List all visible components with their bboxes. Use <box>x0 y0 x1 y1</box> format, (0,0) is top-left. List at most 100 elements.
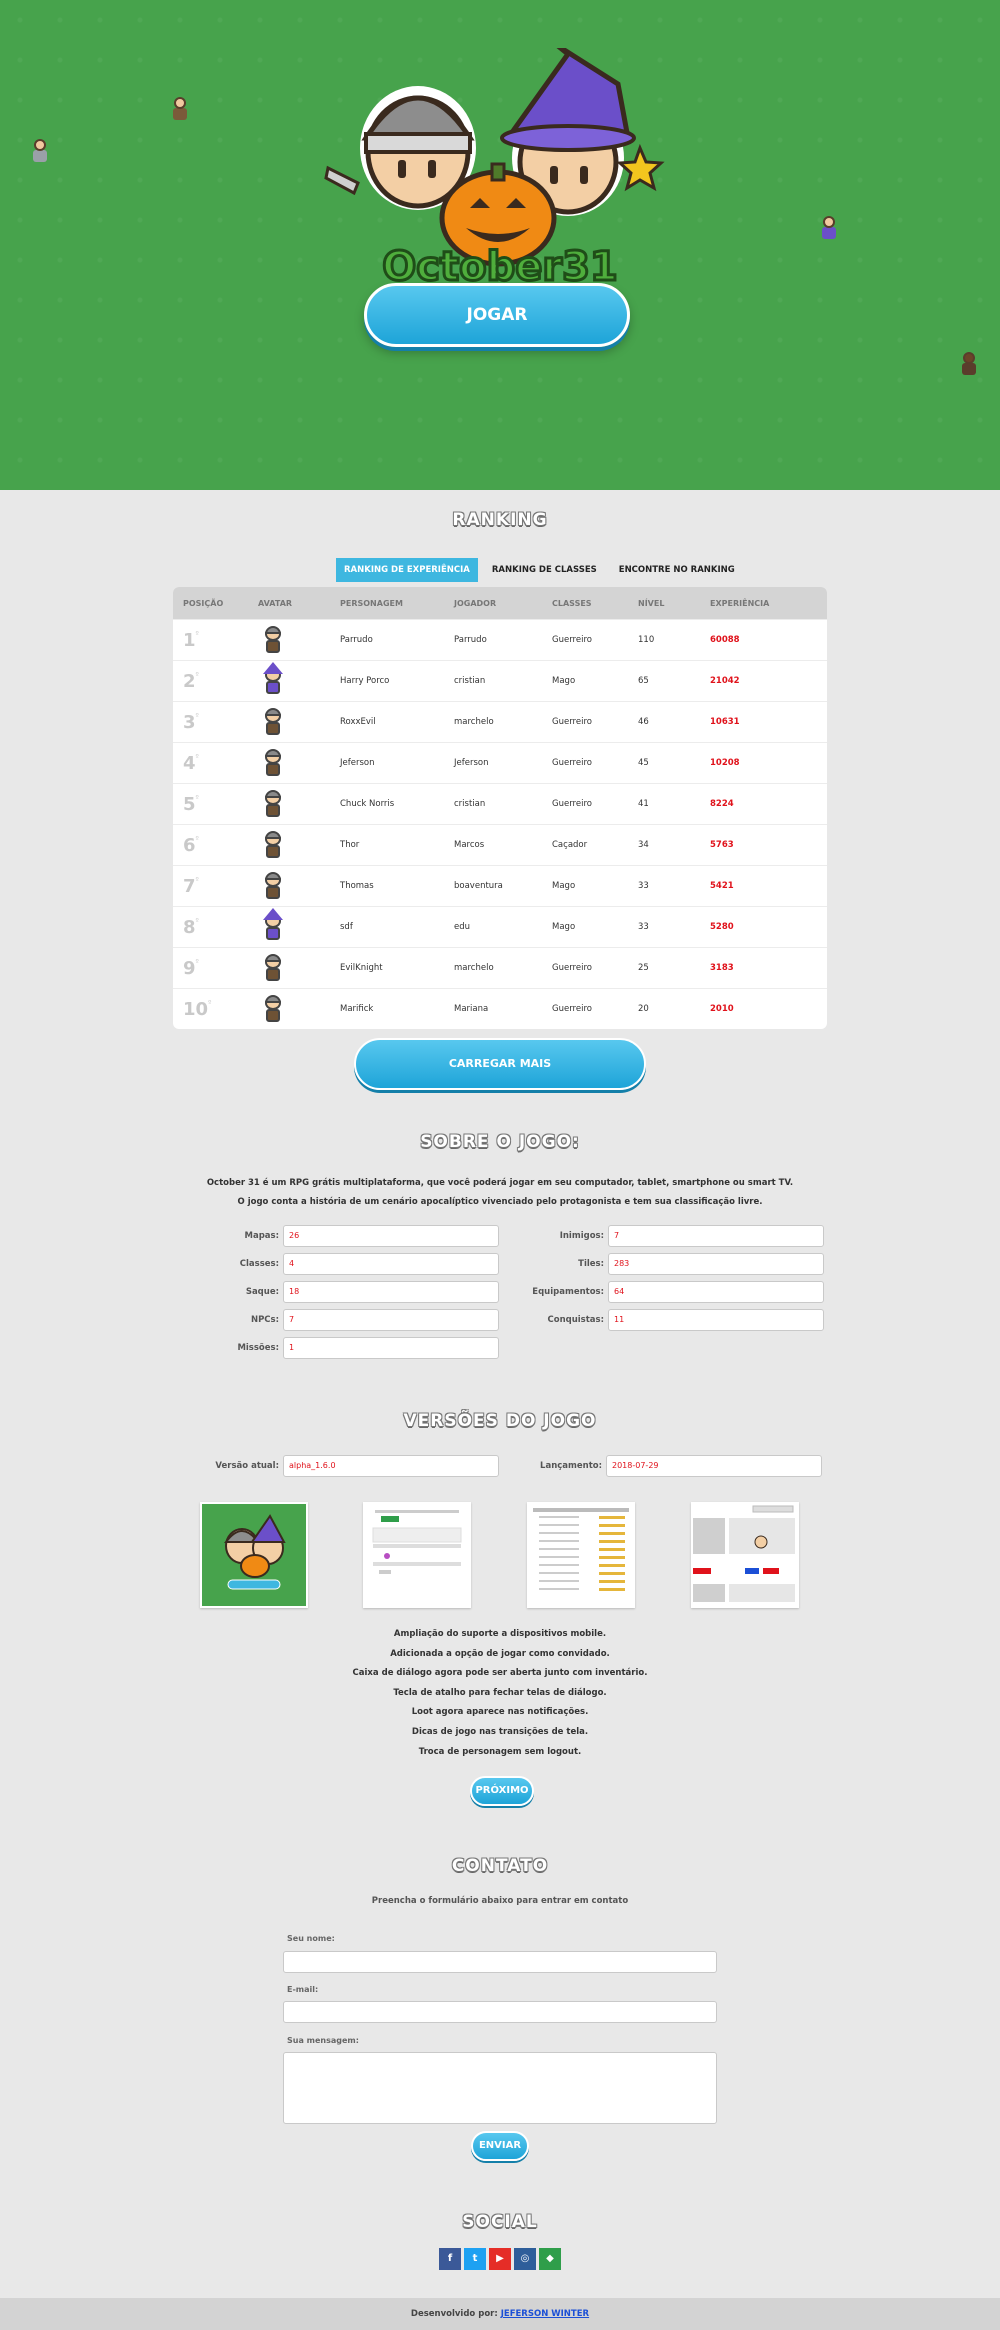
youtube-icon[interactable]: ▶ <box>489 2248 511 2270</box>
message-textarea[interactable] <box>283 2052 717 2124</box>
header-position: POSIÇÃO <box>183 598 224 608</box>
rank-level: 45 <box>638 758 649 768</box>
rank-suffix: º <box>195 629 199 638</box>
play-button[interactable]: JOGAR <box>364 283 630 347</box>
stat-loot-label: Saque: <box>245 1287 279 1297</box>
name-label: Seu nome: <box>287 1934 335 1943</box>
avatar <box>263 908 283 942</box>
table-row: 8º sdf edu Mago 33 5280 <box>173 906 827 947</box>
rank-character: Jeferson <box>340 758 375 768</box>
stat-maps-label: Mapas: <box>244 1231 279 1241</box>
rank-experience: 3183 <box>710 963 734 973</box>
about-title: SOBRE O JOGO: <box>420 1132 580 1152</box>
avatar <box>263 953 283 983</box>
npc-sprite <box>31 139 49 163</box>
rank-level: 33 <box>638 881 649 891</box>
screenshot-thumbnail-1[interactable] <box>200 1502 308 1608</box>
stat-enemies-label: Inimigos: <box>559 1231 604 1241</box>
table-row: 7º Thomas boaventura Mago 33 5421 <box>173 865 827 906</box>
rank-position: 6º <box>173 835 258 856</box>
rank-suffix: º <box>208 998 212 1007</box>
rank-experience: 5280 <box>710 922 734 932</box>
stat-equipment-value: 64 <box>608 1281 824 1303</box>
changelog-item: Caixa de diálogo agora pode ser aberta j… <box>352 1668 648 1679</box>
rank-player: marchelo <box>454 717 494 727</box>
ranking-tabs: RANKING DE EXPERIÊNCIA RANKING DE CLASSE… <box>336 558 743 582</box>
rank-number: 8 <box>183 916 196 938</box>
rank-position: 2º <box>173 671 258 692</box>
rank-character: Parrudo <box>340 635 373 645</box>
header-class: CLASSES <box>552 598 592 608</box>
stat-loot: Saque: 18 <box>183 1281 499 1303</box>
rank-character: RoxxEvil <box>340 717 376 727</box>
stat-tiles-label: Tiles: <box>578 1259 604 1269</box>
instagram-icon[interactable]: ◎ <box>514 2248 536 2270</box>
header-experience: EXPERIÊNCIA <box>710 598 770 608</box>
stat-classes: Classes: 4 <box>183 1253 499 1275</box>
next-version-button[interactable]: PRÓXIMO <box>470 1776 534 1806</box>
name-input[interactable] <box>283 1951 717 1973</box>
rank-suffix: º <box>195 957 199 966</box>
changelog-item: Troca de personagem sem logout. <box>418 1746 582 1757</box>
rank-number: 1 <box>183 629 196 651</box>
changelog-item: Ampliação do suporte a dispositivos mobi… <box>393 1629 607 1639</box>
rank-character: Thor <box>340 840 360 850</box>
current-version: Versão atual: alpha_1.6.0 <box>183 1455 499 1477</box>
ranking-table: POSIÇÃO AVATAR PERSONAGEM JOGADOR CLASSE… <box>173 587 827 1029</box>
rank-class: Guerreiro <box>552 1004 592 1014</box>
footer-prefix: Desenvolvido por: <box>410 2309 498 2319</box>
rank-position: 1º <box>173 630 258 651</box>
rank-player: cristian <box>454 676 486 686</box>
rank-class: Guerreiro <box>552 963 592 973</box>
screenshot-thumbnail-2[interactable] <box>363 1502 471 1608</box>
load-more-button[interactable]: CARREGAR MAIS <box>354 1038 646 1090</box>
rank-experience: 5421 <box>710 881 734 891</box>
rank-player: Mariana <box>454 1004 489 1014</box>
table-row: 3º RoxxEvil marchelo Guerreiro 46 10631 <box>173 701 827 742</box>
tab-experience-ranking[interactable]: RANKING DE EXPERIÊNCIA <box>336 558 478 582</box>
npc-sprite <box>171 97 189 121</box>
rank-player: Parrudo <box>454 635 487 645</box>
rank-avatar-cell <box>258 871 340 901</box>
rank-avatar-cell <box>258 953 340 983</box>
social-title: SOCIAL <box>462 2212 538 2232</box>
changelog-item: Adicionada a opção de jogar como convida… <box>390 1648 610 1659</box>
gamejolt-icon[interactable]: ◆ <box>539 2248 561 2270</box>
rank-avatar-cell <box>258 994 340 1024</box>
stat-equipment-label: Equipamentos: <box>532 1287 604 1297</box>
send-button[interactable]: ENVIAR <box>471 2131 529 2161</box>
facebook-icon[interactable]: f <box>439 2248 461 2270</box>
rank-class: Guerreiro <box>552 799 592 809</box>
stat-maps-value: 26 <box>283 1225 499 1247</box>
rank-level: 65 <box>638 676 649 686</box>
rank-suffix: º <box>195 875 199 884</box>
tab-class-ranking[interactable]: RANKING DE CLASSES <box>484 558 605 582</box>
stat-missions: Missões: 1 <box>183 1337 499 1359</box>
rank-number: 7 <box>183 875 196 897</box>
table-row: 6º Thor Marcos Caçador 34 5763 <box>173 824 827 865</box>
tab-find-in-ranking[interactable]: ENCONTRE NO RANKING <box>611 558 743 582</box>
ranking-table-body: 1º Parrudo Parrudo Guerreiro 110 60088 2º Harry… <box>173 619 827 1029</box>
avatar <box>263 830 283 860</box>
rank-position: 9º <box>173 958 258 979</box>
header-avatar: AVATAR <box>258 598 293 608</box>
rank-number: 6 <box>183 834 196 856</box>
hero-banner: October31 JOGAR <box>0 0 1000 490</box>
screenshot-thumbnail-3[interactable] <box>527 1502 635 1608</box>
twitter-icon[interactable]: t <box>464 2248 486 2270</box>
table-row: 10º Marifick Mariana Guerreiro 20 2010 <box>173 988 827 1029</box>
launch-date-value: 2018-07-29 <box>606 1455 822 1477</box>
stat-tiles: Tiles: 283 <box>508 1253 824 1275</box>
header-character: PERSONAGEM <box>340 598 403 608</box>
header-level: NÍVEL <box>638 598 665 608</box>
email-input[interactable] <box>283 2001 717 2023</box>
launch-date: Lançamento: 2018-07-29 <box>506 1455 822 1477</box>
stat-enemies: Inimigos: 7 <box>508 1225 824 1247</box>
current-version-value: alpha_1.6.0 <box>283 1455 499 1477</box>
rank-suffix: º <box>195 916 199 925</box>
author-link[interactable]: JEFERSON WINTER <box>501 2309 589 2319</box>
screenshot-thumbnail-4[interactable] <box>691 1502 799 1608</box>
rank-player: Jeferson <box>454 758 489 768</box>
rank-level: 41 <box>638 799 649 809</box>
stat-achievements-value: 11 <box>608 1309 824 1331</box>
